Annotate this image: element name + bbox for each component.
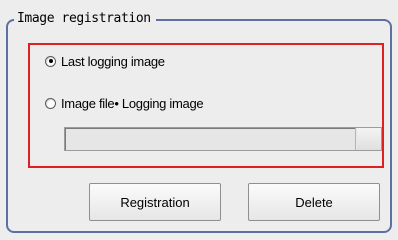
slider-thumb[interactable] bbox=[357, 128, 381, 150]
image-selection-slider[interactable] bbox=[64, 127, 382, 151]
radio-button-unselected-icon[interactable] bbox=[45, 97, 56, 109]
registration-button[interactable]: Registration bbox=[89, 183, 221, 221]
radio-label-last-logging-image: Last logging image bbox=[61, 53, 165, 69]
radio-option-last-logging-image[interactable]: Last logging image bbox=[45, 52, 165, 70]
radio-button-selected-icon[interactable] bbox=[45, 55, 56, 67]
slider-track[interactable] bbox=[65, 128, 356, 150]
group-title: Image registration bbox=[14, 11, 156, 27]
radio-label-image-file-logging-image: Image file• Logging image bbox=[61, 95, 204, 111]
radio-option-image-file-logging-image[interactable]: Image file• Logging image bbox=[45, 94, 204, 112]
delete-button[interactable]: Delete bbox=[248, 183, 380, 221]
